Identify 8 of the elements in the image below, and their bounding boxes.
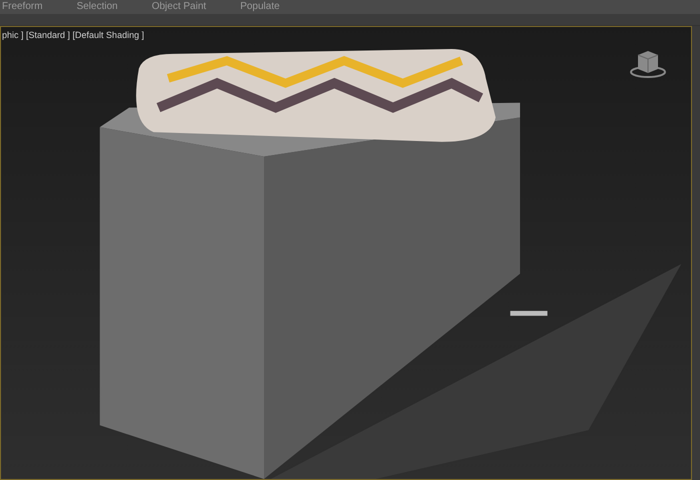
ribbon-tab[interactable]: Populate: [240, 0, 314, 14]
ribbon-tab[interactable]: Selection: [76, 0, 152, 14]
ribbon-tab[interactable]: Object Paint: [152, 0, 240, 14]
viewport[interactable]: phic ] [Standard ] [Default Shading ]: [0, 26, 692, 480]
viewport-label[interactable]: phic ] [Standard ] [Default Shading ]: [1, 27, 146, 44]
viewcube-icon[interactable]: [629, 49, 667, 79]
ribbon-tab[interactable]: Freeform: [0, 0, 77, 14]
scrollbar[interactable]: [692, 26, 700, 480]
